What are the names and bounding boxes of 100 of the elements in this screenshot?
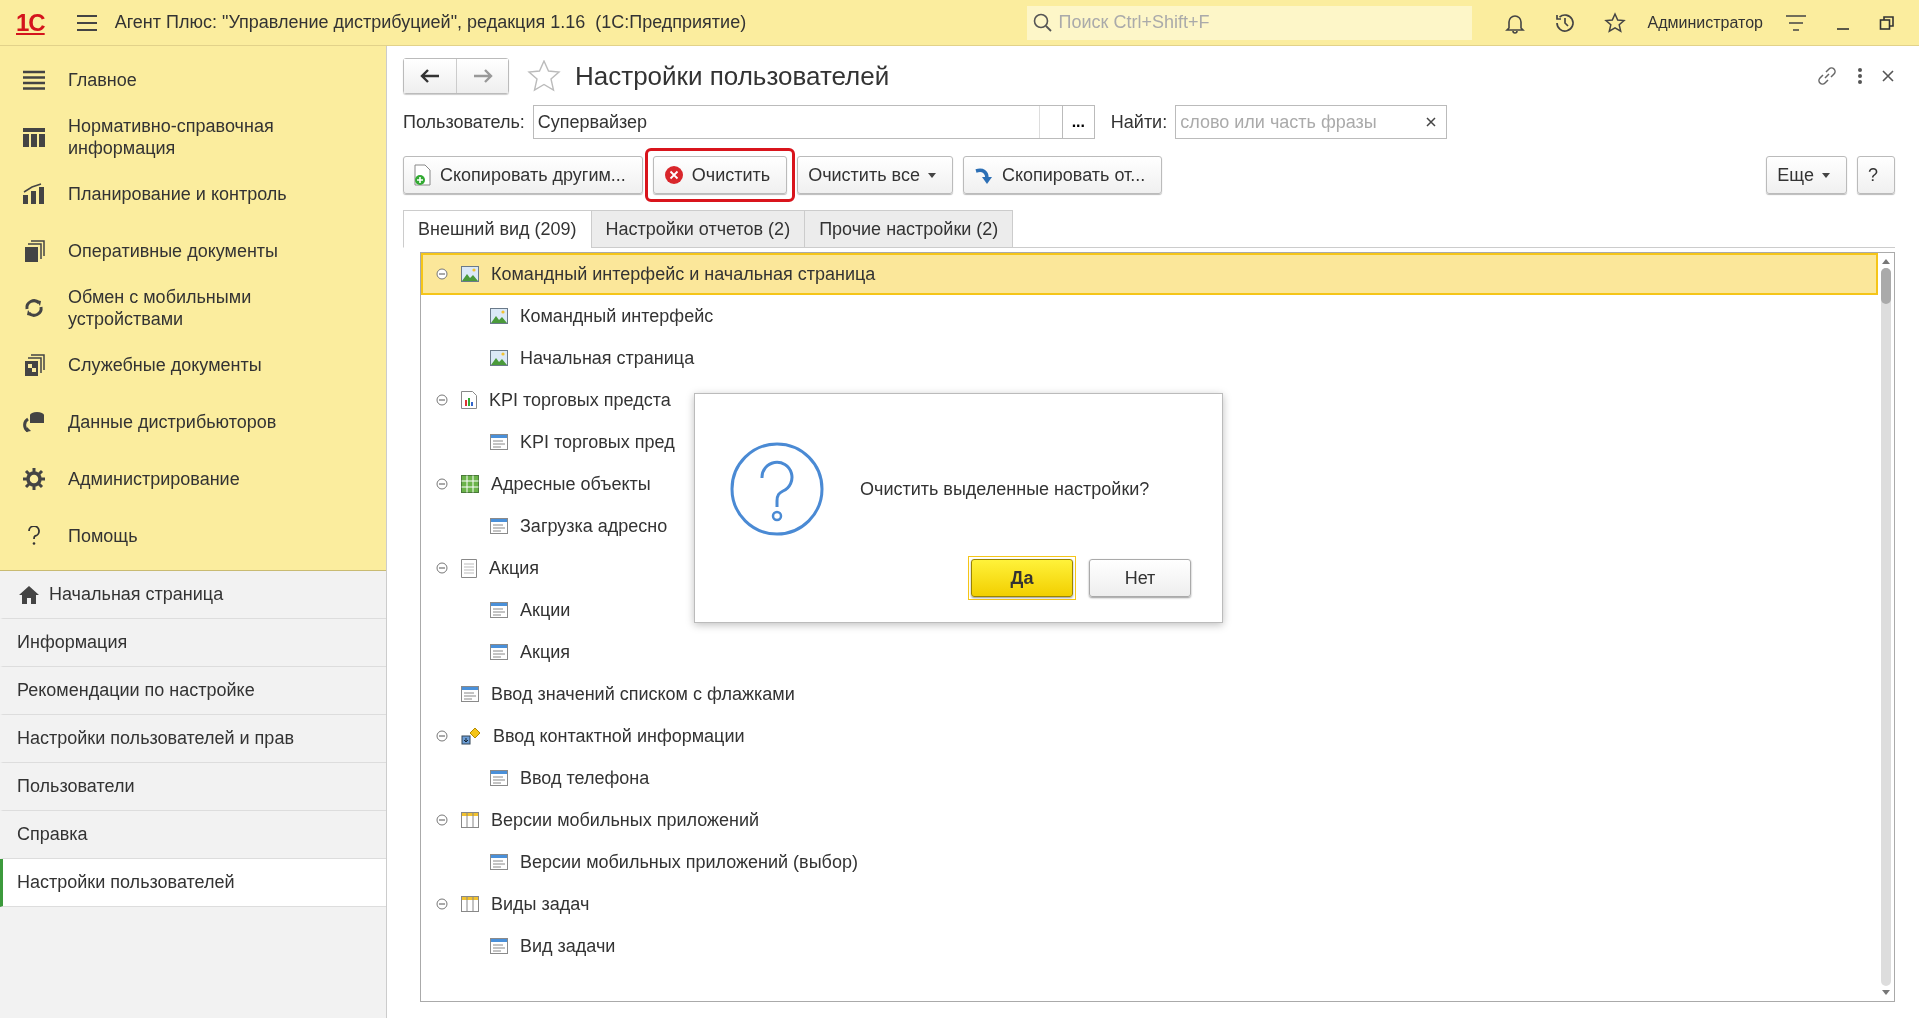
user-name[interactable]: Администратор bbox=[1647, 13, 1763, 32]
help-icon bbox=[27, 525, 41, 546]
search-icon bbox=[1032, 12, 1053, 33]
section-item[interactable]: Данные дистрибьюторов bbox=[0, 393, 386, 450]
nav-item[interactable]: Настройки пользователей bbox=[0, 859, 386, 907]
collapse-icon[interactable] bbox=[436, 268, 448, 280]
documents-icon bbox=[23, 239, 45, 262]
filter-icon[interactable] bbox=[1785, 13, 1807, 32]
form-icon bbox=[490, 644, 508, 660]
logo[interactable]: 1С bbox=[16, 8, 45, 37]
section-item[interactable]: Главное bbox=[0, 51, 386, 108]
collapse-icon[interactable] bbox=[436, 814, 448, 826]
collapse-icon[interactable] bbox=[436, 478, 448, 490]
nav-item[interactable]: Пользователи bbox=[0, 763, 386, 811]
nav-item[interactable]: Информация bbox=[0, 619, 386, 667]
image-icon bbox=[490, 308, 508, 324]
table-icon bbox=[461, 812, 479, 828]
tab[interactable]: Прочие настройки (2) bbox=[804, 210, 1014, 248]
toolbar-button[interactable]: Очистить bbox=[652, 156, 788, 194]
selected-row[interactable]: Командный интерфейс и начальная страница bbox=[421, 253, 1878, 295]
tree-item[interactable]: Вид задачи bbox=[520, 935, 616, 957]
history-icon[interactable] bbox=[1553, 11, 1576, 34]
form-icon bbox=[490, 434, 508, 450]
home-icon bbox=[19, 585, 39, 604]
nav-item[interactable]: Рекомендации по настройке bbox=[0, 667, 386, 715]
tree-item[interactable]: Ввод телефона bbox=[520, 767, 650, 789]
collapse-icon[interactable] bbox=[436, 562, 448, 574]
section-item[interactable]: Нормативно-справочная информация bbox=[0, 108, 386, 165]
clear-icon bbox=[663, 165, 684, 185]
toolbar-button[interactable]: ? bbox=[1857, 156, 1895, 194]
caret-icon bbox=[1822, 172, 1830, 178]
menu-icon[interactable] bbox=[76, 14, 97, 31]
back-button[interactable] bbox=[404, 59, 456, 93]
search-field[interactable]: слово или часть фразы bbox=[1175, 105, 1448, 139]
arrow-right-icon bbox=[472, 69, 493, 83]
tree-item[interactable]: Виды задач bbox=[491, 893, 590, 915]
image-icon bbox=[490, 350, 508, 366]
star-icon[interactable] bbox=[527, 60, 561, 92]
section-item[interactable]: Служебные документы bbox=[0, 336, 386, 393]
user-field[interactable]: Супервайзер bbox=[532, 105, 1063, 139]
link-icon[interactable] bbox=[1815, 64, 1839, 88]
tree-item[interactable]: Адресные объекты bbox=[491, 473, 651, 495]
scroll-thumb[interactable] bbox=[1881, 268, 1891, 304]
section-item[interactable]: Планирование и контроль bbox=[0, 165, 386, 222]
tree-item[interactable]: Загрузка адресно bbox=[520, 515, 668, 537]
more-icon[interactable] bbox=[1857, 67, 1863, 85]
tree-item[interactable]: KPI торговых пред bbox=[520, 431, 675, 453]
tab[interactable]: Настройки отчетов (2) bbox=[590, 210, 806, 248]
toolbar-button[interactable]: Скопировать от... bbox=[962, 156, 1163, 194]
toolbar-button[interactable]: Очистить все bbox=[797, 156, 953, 194]
tree-item[interactable]: KPI торговых предста bbox=[489, 389, 671, 411]
documents-icon bbox=[23, 353, 45, 376]
tree-item[interactable]: Ввод контактной информации bbox=[493, 725, 745, 747]
page-title: Настройки пользователей bbox=[575, 60, 890, 92]
section-item[interactable]: Обмен с мобильными устройствами bbox=[0, 279, 386, 336]
star-icon[interactable] bbox=[1603, 11, 1626, 34]
close-icon[interactable] bbox=[1881, 69, 1895, 83]
image-icon bbox=[461, 266, 479, 282]
caret-icon bbox=[927, 172, 936, 178]
arrow-left-icon bbox=[420, 69, 440, 83]
form-icon bbox=[461, 686, 479, 702]
clear-icon[interactable] bbox=[1426, 117, 1437, 127]
bar-chart-icon bbox=[23, 182, 45, 205]
collapse-icon[interactable] bbox=[436, 730, 448, 742]
tree-item[interactable]: Версии мобильных приложений bbox=[491, 809, 760, 831]
collapse-icon[interactable] bbox=[436, 898, 448, 910]
document-icon bbox=[461, 558, 477, 578]
nav-item[interactable]: Начальная страница bbox=[0, 571, 386, 619]
database-sync-icon bbox=[22, 410, 46, 433]
scroll-up-icon[interactable] bbox=[1882, 259, 1890, 264]
search-input[interactable]: Поиск Ctrl+Shift+F bbox=[1056, 11, 1461, 34]
menu-icon bbox=[23, 69, 45, 90]
select-button[interactable]: ... bbox=[1062, 105, 1095, 139]
collapse-icon[interactable] bbox=[436, 394, 448, 406]
section-item[interactable]: Администрирование bbox=[0, 450, 386, 507]
form-icon bbox=[490, 938, 508, 954]
tree-item[interactable]: Начальная страница bbox=[520, 347, 695, 369]
tab[interactable]: Внешний вид (209) bbox=[403, 210, 592, 248]
toolbar-button[interactable]: Скопировать другим... bbox=[403, 156, 643, 194]
section-item[interactable]: Оперативные документы bbox=[0, 222, 386, 279]
tree-item[interactable]: Акция bbox=[489, 557, 539, 579]
field-label: Найти: bbox=[1110, 111, 1168, 133]
sync-icon bbox=[23, 296, 45, 319]
tree-item[interactable]: Акции bbox=[520, 599, 571, 621]
section-item[interactable]: Помощь bbox=[0, 507, 386, 564]
tree-item[interactable]: Версии мобильных приложений (выбор) bbox=[520, 851, 858, 873]
search-field[interactable]: Поиск Ctrl+Shift+F bbox=[1026, 5, 1472, 40]
nav-item[interactable]: Настройки пользователей и прав bbox=[0, 715, 386, 763]
toolbar-button[interactable]: Еще bbox=[1766, 156, 1847, 194]
dialog-button[interactable]: Да bbox=[971, 559, 1073, 597]
restore-icon[interactable] bbox=[1879, 14, 1895, 31]
dialog-button[interactable]: Нет bbox=[1089, 559, 1191, 597]
tree-item[interactable]: Ввод значений списком с флажками bbox=[491, 683, 795, 705]
tree-item[interactable]: Акция bbox=[520, 641, 570, 663]
tree-item[interactable]: Командный интерфейс и начальная страница bbox=[491, 263, 876, 285]
tree-item[interactable]: Командный интерфейс bbox=[520, 305, 714, 327]
columns-icon bbox=[23, 125, 45, 148]
question-icon bbox=[730, 442, 824, 536]
scroll-down-icon[interactable] bbox=[1882, 990, 1890, 995]
report-icon bbox=[461, 391, 477, 409]
